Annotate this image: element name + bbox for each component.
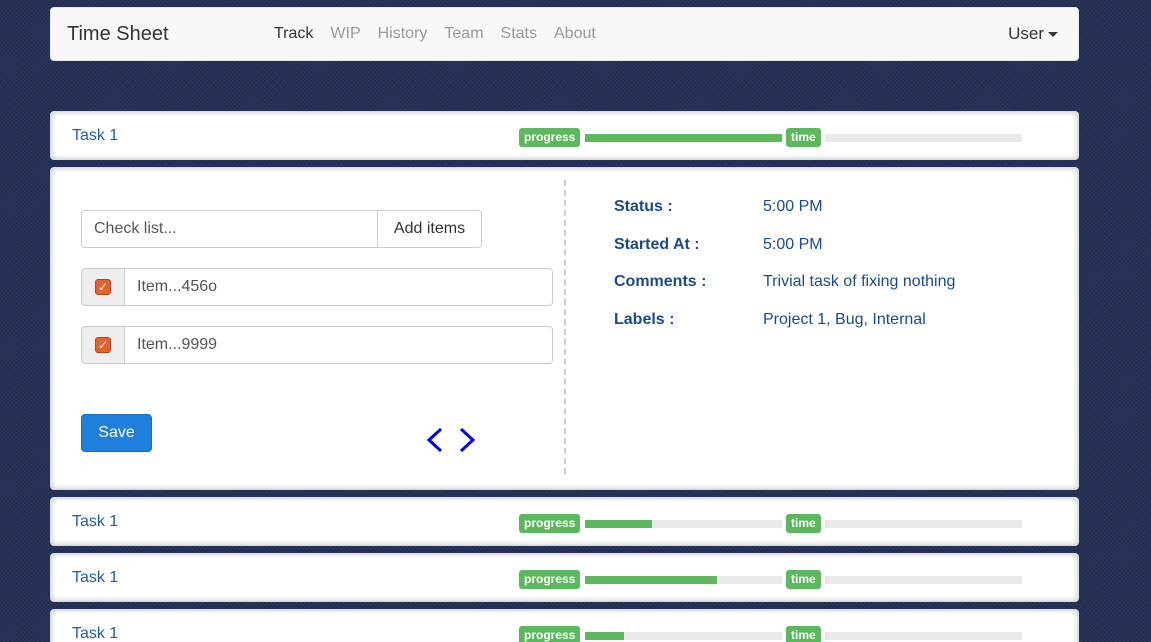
labels-value: Project 1, Bug, Internal — [763, 311, 926, 328]
progress-label: progress — [519, 570, 581, 589]
time-bar — [825, 632, 1022, 640]
checklist-input[interactable] — [81, 210, 378, 248]
nav-item-team[interactable]: Team — [444, 25, 483, 43]
save-button[interactable]: Save — [81, 414, 152, 452]
nav-item-history[interactable]: History — [378, 25, 428, 43]
status-value: 5:00 PM — [763, 198, 823, 215]
nav-item-track[interactable]: Track — [274, 25, 313, 43]
progress-bar-fill — [585, 576, 717, 584]
column-divider — [564, 180, 566, 474]
checklist-input-group: Add items — [81, 210, 482, 248]
chevron-left-icon[interactable] — [426, 427, 444, 453]
task-title[interactable]: Task 1 — [72, 513, 118, 531]
task-title[interactable]: Task 1 — [72, 569, 118, 587]
progress-label: progress — [519, 626, 581, 642]
checklist-item-text: Item...9999 — [125, 326, 553, 364]
task-title[interactable]: Task 1 — [72, 625, 118, 642]
progress-label: progress — [519, 128, 581, 147]
time-bar — [825, 576, 1022, 584]
time-bar — [825, 134, 1022, 142]
checkbox-addon: ✓ — [81, 268, 125, 306]
time-label: time — [786, 514, 821, 533]
caret-down-icon — [1048, 32, 1058, 38]
progress-bar — [585, 134, 782, 142]
time-bar — [825, 520, 1022, 528]
task-row[interactable]: Task 1 progress time — [50, 497, 1079, 546]
navbar: Time Sheet Track WIP History Team Stats … — [50, 7, 1079, 61]
checklist-item: ✓ Item...456o — [81, 268, 553, 306]
comments-label: Comments : — [614, 273, 707, 290]
time-label: time — [786, 626, 821, 642]
progress-bar — [585, 632, 782, 640]
nav-item-stats[interactable]: Stats — [501, 25, 537, 43]
checklist-item: ✓ Item...9999 — [81, 326, 553, 364]
labels-label: Labels : — [614, 311, 675, 328]
chevron-right-icon[interactable] — [458, 427, 476, 453]
progress-bar-fill — [585, 520, 652, 528]
time-label: time — [786, 570, 821, 589]
task-row[interactable]: Task 1 progress time — [50, 553, 1079, 602]
user-menu-label: User — [1008, 24, 1044, 43]
progress-bar-fill — [585, 134, 782, 142]
user-menu[interactable]: User — [1008, 24, 1058, 44]
task-row[interactable]: Task 1 progress time — [50, 111, 1079, 160]
progress-bar — [585, 520, 782, 528]
app-title[interactable]: Time Sheet — [67, 23, 169, 46]
check-icon[interactable]: ✓ — [95, 337, 111, 353]
status-label: Status : — [614, 198, 673, 215]
task-title[interactable]: Task 1 — [72, 127, 118, 145]
nav-item-wip[interactable]: WIP — [330, 25, 360, 43]
progress-bar — [585, 576, 782, 584]
checkbox-addon: ✓ — [81, 326, 125, 364]
nav-menu: Track WIP History Team Stats About — [274, 25, 596, 43]
nav-item-about[interactable]: About — [554, 25, 596, 43]
check-icon[interactable]: ✓ — [95, 279, 111, 295]
progress-label: progress — [519, 514, 581, 533]
started-at-label: Started At : — [614, 236, 700, 253]
progress-bar-fill — [585, 632, 625, 640]
add-items-button[interactable]: Add items — [378, 210, 482, 248]
started-at-value: 5:00 PM — [763, 236, 823, 253]
checklist-item-text: Item...456o — [125, 268, 553, 306]
task-row[interactable]: Task 1 progress time — [50, 609, 1079, 642]
comments-value: Trivial task of fixing nothing — [763, 273, 956, 290]
task-detail-panel: Add items ✓ Item...456o ✓ Item...9999 Sa… — [50, 167, 1079, 490]
time-label: time — [786, 128, 821, 147]
